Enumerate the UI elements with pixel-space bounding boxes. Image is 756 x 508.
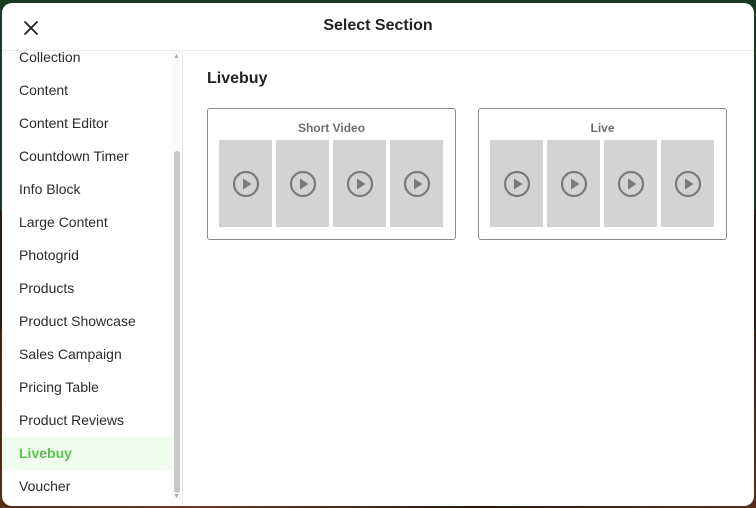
sidebar-item-product-reviews[interactable]: Product Reviews bbox=[2, 404, 172, 437]
sidebar-scrollbar[interactable]: ▲ ▼ bbox=[172, 51, 181, 506]
modal-title: Select Section bbox=[323, 17, 433, 34]
play-circle-icon bbox=[617, 170, 644, 197]
sidebar-item-pricing-table[interactable]: Pricing Table bbox=[2, 371, 172, 404]
scroll-thumb[interactable] bbox=[174, 151, 180, 493]
video-tile bbox=[390, 140, 443, 227]
scroll-up-arrow-icon[interactable]: ▲ bbox=[173, 53, 180, 61]
video-tile bbox=[219, 140, 272, 227]
play-circle-icon bbox=[346, 170, 373, 197]
video-tile bbox=[276, 140, 329, 227]
sidebar-item-photogrid[interactable]: Photogrid bbox=[2, 239, 172, 272]
sidebar-item-content-editor[interactable]: Content Editor bbox=[2, 107, 172, 140]
card-title: Live bbox=[590, 121, 615, 135]
sidebar-item-products[interactable]: Products bbox=[2, 272, 172, 305]
play-circle-icon bbox=[560, 170, 587, 197]
section-heading: Livebuy bbox=[207, 70, 268, 87]
sidebar-item-collection[interactable]: Collection bbox=[2, 51, 172, 74]
play-circle-icon bbox=[289, 170, 316, 197]
sidebar-item-product-showcase[interactable]: Product Showcase bbox=[2, 305, 172, 338]
sidebar-item-voucher[interactable]: Voucher bbox=[2, 470, 172, 503]
video-tile bbox=[604, 140, 657, 227]
sidebar-item-info-block[interactable]: Info Block bbox=[2, 173, 172, 206]
play-circle-icon bbox=[503, 170, 530, 197]
video-tiles bbox=[219, 140, 443, 227]
modal-header: Select Section bbox=[2, 3, 754, 51]
video-tile bbox=[661, 140, 714, 227]
play-circle-icon bbox=[674, 170, 701, 197]
video-tile bbox=[333, 140, 386, 227]
layout-card-live[interactable]: Live bbox=[478, 108, 727, 240]
video-tile bbox=[490, 140, 543, 227]
card-title: Short Video bbox=[297, 121, 366, 135]
section-preview-area: Livebuy Short Video Live bbox=[183, 51, 754, 506]
sidebar-item-livebuy[interactable]: Livebuy bbox=[2, 437, 172, 470]
video-tile bbox=[547, 140, 600, 227]
sidebar-list: Collection Content Content Editor Countdown… bbox=[2, 51, 172, 503]
scroll-down-arrow-icon[interactable]: ▼ bbox=[173, 493, 180, 501]
sidebar-item-sales-campaign[interactable]: Sales Campaign bbox=[2, 338, 172, 371]
sidebar-item-countdown-timer[interactable]: Countdown Timer bbox=[2, 140, 172, 173]
layout-card-short-video[interactable]: Short Video bbox=[207, 108, 456, 240]
section-sidebar: Collection Content Content Editor Countdown… bbox=[2, 51, 183, 506]
play-circle-icon bbox=[232, 170, 259, 197]
video-tiles bbox=[490, 140, 714, 227]
play-circle-icon bbox=[403, 170, 430, 197]
select-section-modal: Select Section Collection Content Content … bbox=[2, 3, 754, 506]
sidebar-item-large-content[interactable]: Large Content bbox=[2, 206, 172, 239]
sidebar-item-content[interactable]: Content bbox=[2, 74, 172, 107]
